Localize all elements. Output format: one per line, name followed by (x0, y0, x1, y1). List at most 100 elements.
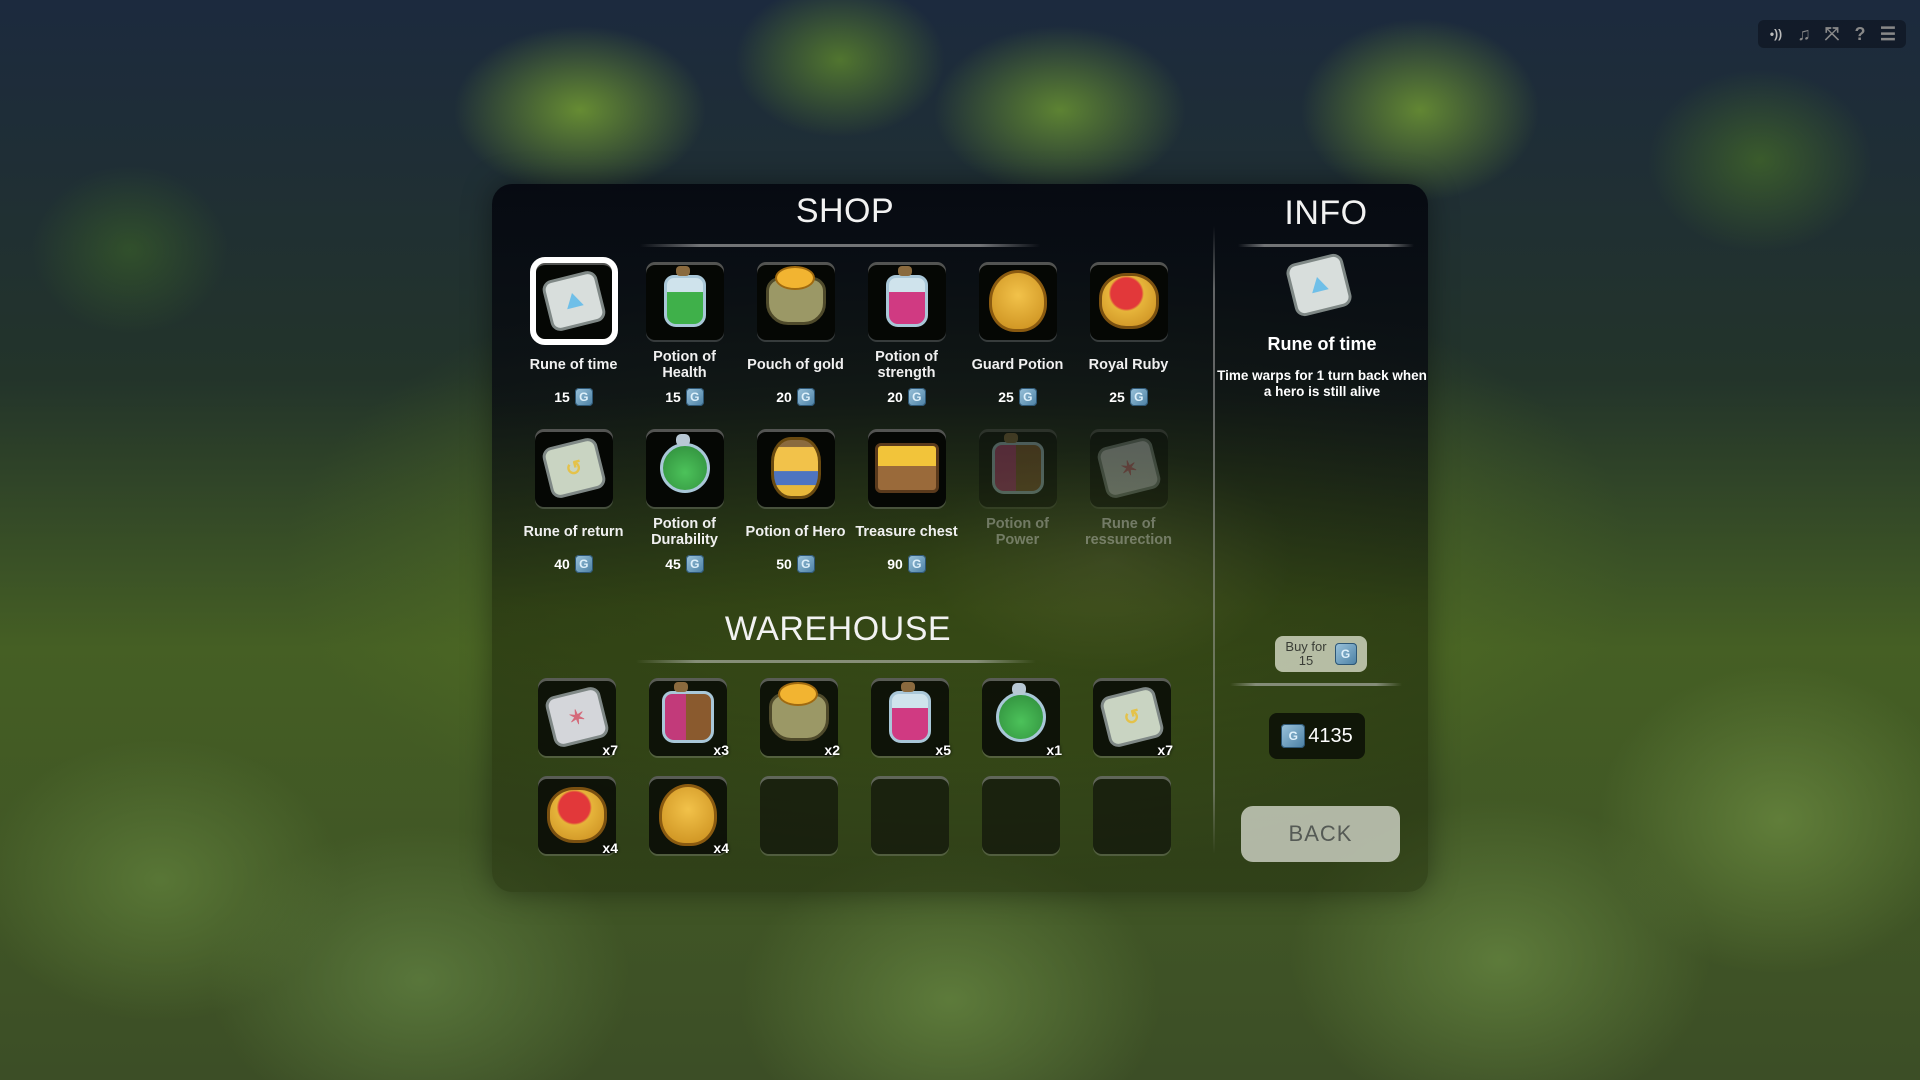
warehouse-slot[interactable]: x4 (538, 776, 618, 856)
item-quantity: x2 (824, 742, 840, 758)
balance-display: G 4135 (1269, 713, 1365, 759)
item-slot[interactable] (645, 429, 724, 507)
warehouse-slot[interactable]: x2 (760, 678, 840, 758)
item-slot[interactable] (867, 429, 946, 507)
item-slot[interactable] (756, 429, 835, 507)
royal-ruby-icon (547, 787, 607, 843)
price-value: 15 (554, 389, 570, 405)
warehouse-divider (636, 660, 1036, 663)
shop-item[interactable]: Royal Ruby 25 G (1073, 262, 1184, 429)
warehouse-grid: ✶ x7 x3 x2 x5 x1 ↺ x7 x4 x4 (538, 678, 1204, 874)
rune-of-return-icon: ↺ (540, 435, 607, 501)
strength-potion-icon (885, 266, 928, 327)
buy-button[interactable]: Buy for 15 G (1275, 636, 1367, 672)
item-quantity: x1 (1046, 742, 1062, 758)
info-title: INFO (1284, 194, 1368, 232)
warehouse-slot[interactable]: x5 (871, 678, 951, 758)
icon-shape (988, 270, 1047, 332)
warehouse-slot-empty[interactable] (871, 776, 949, 854)
shop-item[interactable]: Pouch of gold 20 G (740, 262, 851, 429)
icon-shape: ✶ (1095, 435, 1162, 501)
item-slot[interactable] (1089, 262, 1168, 340)
item-name: Potion of Hero (745, 524, 846, 540)
item-name: Potion of Power (986, 516, 1049, 548)
currency-icon: G (907, 555, 926, 573)
shop-item[interactable]: Potion of strength 20 G (851, 262, 962, 429)
shop-item[interactable]: Treasure chest 90 G (851, 429, 962, 596)
item-name: Royal Ruby (1088, 357, 1169, 373)
price-value: 25 (998, 389, 1014, 405)
price-value: 25 (1109, 389, 1125, 405)
health-potion-icon (663, 266, 706, 327)
item-quantity: x4 (602, 840, 618, 856)
shop-title: SHOP (795, 192, 895, 230)
shop-item[interactable]: Potion of Durability 45 G (629, 429, 740, 596)
info-item-icon: ⛰ (1284, 251, 1354, 319)
item-name: Potion of Durability (651, 516, 718, 548)
price-value: 45 (665, 556, 681, 572)
warehouse-slot[interactable]: x1 (982, 678, 1062, 758)
icon-shape (996, 683, 1046, 742)
icon-shape: ✶ (1117, 455, 1140, 482)
icon-shape (547, 787, 607, 843)
icon-shape: ⛰ (562, 287, 585, 314)
item-name: Rune of return (523, 524, 624, 540)
currency-icon: G (1129, 388, 1148, 406)
icon-shape: ↺ (562, 455, 585, 482)
item-slot[interactable] (645, 262, 724, 340)
price-value: 90 (887, 556, 903, 572)
icon-shape (659, 784, 717, 846)
icon-shape (874, 443, 939, 493)
shop-item[interactable]: Guard Potion 25 G (962, 262, 1073, 429)
sound-icon[interactable]: •)) (1764, 22, 1788, 46)
power-potion-icon (662, 682, 714, 743)
item-slot[interactable]: ↺ (534, 429, 613, 507)
warehouse-slot[interactable]: x4 (649, 776, 729, 856)
help-icon[interactable]: ? (1848, 22, 1872, 46)
shop-item[interactable]: Potion of Health 15 G (629, 262, 740, 429)
warehouse-slot[interactable]: ↺ x7 (1093, 678, 1173, 758)
item-slot[interactable]: ⛰ (529, 257, 618, 345)
shop-item[interactable]: Potion of Hero 50 G (740, 429, 851, 596)
item-name: Pouch of gold (747, 357, 844, 373)
item-price: 25 G (998, 388, 1037, 406)
icon-shape (663, 266, 706, 327)
item-name: Guard Potion (971, 357, 1064, 373)
strength-potion-icon (889, 682, 931, 743)
hero-potion-icon (770, 437, 821, 499)
item-slot[interactable] (978, 429, 1057, 507)
currency-icon: G (685, 555, 704, 573)
info-divider (1238, 244, 1414, 247)
info-item-description: Time warps for 1 turn back when a hero i… (1217, 368, 1427, 399)
warehouse-slot[interactable]: ✶ x7 (538, 678, 618, 758)
shop-item[interactable]: ⛰ Rune of time 15 G (518, 257, 629, 429)
warehouse-slot-empty[interactable] (760, 776, 838, 854)
icon-shape: ✶ (543, 684, 611, 750)
item-quantity: x3 (713, 742, 729, 758)
balance-value: 4135 (1308, 724, 1353, 747)
shop-item[interactable]: ↺ Rune of return 40 G (518, 429, 629, 596)
item-slot[interactable]: ✶ (1089, 429, 1168, 507)
rune-of-return-icon: ↺ (1098, 684, 1166, 750)
item-price: 15 G (554, 388, 593, 406)
shop-item[interactable]: Potion of Power (962, 429, 1073, 596)
item-slot[interactable] (867, 262, 946, 340)
menu-icon[interactable]: ☰ (1876, 22, 1900, 46)
warehouse-slot-empty[interactable] (982, 776, 1060, 854)
warehouse-slot-empty[interactable] (1093, 776, 1171, 854)
warehouse-slot[interactable]: x3 (649, 678, 729, 758)
item-price: 20 G (776, 388, 815, 406)
back-button[interactable]: BACK (1241, 806, 1400, 862)
item-slot[interactable] (756, 262, 835, 340)
buy-label: Buy for (1285, 639, 1327, 654)
item-name: Treasure chest (855, 524, 958, 540)
item-name: Potion of strength (875, 349, 938, 381)
item-slot[interactable] (978, 262, 1057, 340)
fullscreen-icon[interactable]: ⤧ (1820, 22, 1844, 46)
shop-divider (640, 244, 1040, 247)
guard-potion-icon (988, 270, 1047, 332)
item-quantity: x4 (713, 840, 729, 856)
music-icon[interactable]: ♫ (1792, 22, 1816, 46)
shop-item[interactable]: ✶ Rune of ressurection (1073, 429, 1184, 596)
currency-icon: G (796, 555, 815, 573)
